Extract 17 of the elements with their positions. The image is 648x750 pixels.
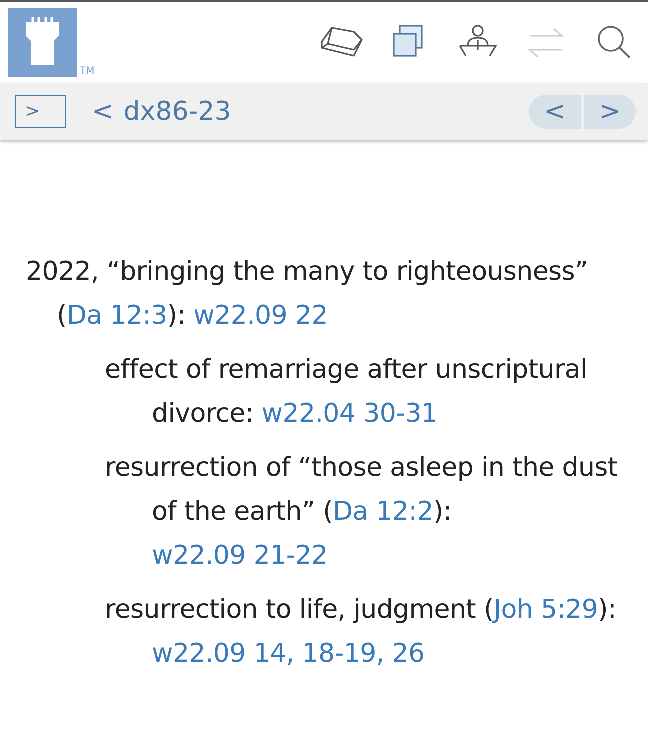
reference-link[interactable]: w22.09 21-22 [152, 541, 328, 571]
trademark-text: TM [80, 67, 95, 77]
reference-link[interactable]: Joh 5:29 [494, 595, 598, 625]
next-button[interactable]: > [584, 94, 636, 128]
index-entry: 2022, “bringing the many to righteousness” (Da 12:3): w22.09 22 [26, 256, 590, 333]
sidebar-toggle-button[interactable]: > [15, 95, 66, 128]
topic-title: dx86-23 [124, 96, 232, 126]
reference-link[interactable]: w22.04 30-31 [262, 399, 438, 429]
reference-link[interactable]: w22.09 22 [194, 301, 328, 331]
previous-button[interactable]: < [529, 94, 581, 128]
reference-link[interactable]: Da 12:2 [332, 497, 434, 527]
index-entry: resurrection to life, judgment (Joh 5:29): w22.09 14, 18-19, 26 [104, 594, 618, 671]
reference-link[interactable]: w22.09 14, 18-19, 26 [152, 639, 425, 669]
reference-link[interactable]: Da 12:3 [66, 301, 168, 331]
back-chevron[interactable]: < [92, 96, 114, 126]
index-entry: effect of remarriage after unscriptural divorce: w22.04 30-31 [104, 354, 588, 431]
index-entry: resurrection of “those asleep in the dust of the earth” (Da 12:2): w22.09 21-22 [104, 452, 619, 573]
